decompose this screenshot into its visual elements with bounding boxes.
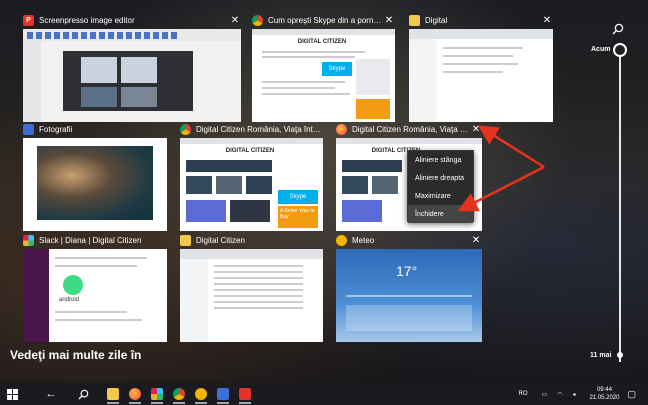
search-icon[interactable] (72, 383, 94, 405)
temperature-text: 17° (396, 263, 418, 279)
folder-icon (409, 14, 420, 26)
window-thumbnail (23, 138, 167, 231)
menu-item-close[interactable]: Închidere (408, 205, 473, 223)
window-chrome-skype[interactable]: Cum opreşti Skype din a porni automa... … (252, 12, 395, 124)
chrome-icon[interactable] (168, 383, 190, 405)
clock[interactable]: 09:44 21.05.2020 (589, 386, 619, 402)
timeline-line (619, 44, 621, 362)
menu-item-snap-right[interactable]: Aliniere dreapta (408, 169, 473, 187)
window-title: Digital Citizen (196, 235, 245, 245)
screenpresso-icon: P (23, 14, 34, 26)
see-more-days-link[interactable]: Vedeţi mai multe zile în (10, 348, 141, 362)
window-thumbnail: DIGITAL CITIZEN Skype A Better Way to Bu… (180, 138, 323, 231)
folder-icon (180, 234, 191, 246)
window-screenpresso[interactable]: P Screenpresso image editor ✕ (23, 12, 241, 124)
window-weather[interactable]: Meteo ✕ 17° (336, 232, 482, 343)
photo-image (37, 146, 153, 220)
window-title: Digital Citizen România, Viaţa într-o lu… (352, 124, 470, 134)
window-title: Screenpresso image editor (39, 15, 135, 25)
search-icon[interactable] (612, 22, 624, 35)
window-thumbnail (409, 29, 553, 122)
window-thumbnail (180, 249, 323, 342)
clock-time: 09:44 (596, 387, 612, 393)
timeline-date-label: 11 mai (590, 352, 612, 359)
back-arrow-icon[interactable]: ← (40, 383, 62, 405)
window-explorer-digital[interactable]: Digital ✕ (409, 12, 553, 124)
arrow-to-close (477, 125, 545, 169)
timeline-now-label: Acum (591, 46, 611, 53)
promo-banner: A Better Way to Buy (278, 206, 318, 228)
close-icon[interactable]: ✕ (383, 15, 395, 26)
window-thumbnail: 17° (336, 249, 482, 342)
window-photos[interactable]: Fotografii (23, 121, 167, 232)
window-slack[interactable]: Slack | Diana | Digital Citizen android (23, 232, 167, 343)
close-icon[interactable]: ✕ (470, 124, 482, 135)
window-title: Meteo (352, 235, 375, 245)
brand-text: DIGITAL CITIZEN (297, 39, 347, 45)
slack-icon[interactable] (146, 383, 168, 405)
chrome-icon (180, 123, 191, 135)
window-chrome-digitalcitizen[interactable]: Digital Citizen România, Viaţa într-o lu… (180, 121, 323, 232)
window-title: Fotografii (39, 124, 73, 134)
skype-badge: Skype (278, 190, 318, 204)
menu-item-snap-left[interactable]: Aliniere stânga (408, 151, 473, 169)
timeline-now-marker[interactable] (613, 43, 627, 57)
weather-icon (336, 234, 347, 246)
firefox-icon[interactable] (124, 383, 146, 405)
slack-icon (23, 234, 34, 246)
window-thumbnail (23, 29, 241, 122)
volume-icon[interactable]: ◂ (572, 391, 575, 398)
weather-icon[interactable] (190, 383, 212, 405)
window-thumbnail: android (23, 249, 167, 342)
android-text: android (59, 297, 80, 303)
windows-start-icon[interactable] (0, 383, 24, 405)
menu-item-maximize[interactable]: Maximizare (408, 187, 473, 205)
brand-text: DIGITAL CITIZEN (225, 148, 275, 154)
notifications-icon[interactable]: ▢ (627, 389, 636, 400)
photos-icon[interactable] (212, 383, 234, 405)
clock-date: 21.05.2020 (589, 395, 620, 401)
file-explorer-icon[interactable] (102, 383, 124, 405)
close-icon[interactable]: ✕ (541, 15, 553, 26)
screenpresso-icon[interactable] (234, 383, 256, 405)
language-indicator[interactable]: RO (519, 391, 528, 397)
close-icon[interactable]: ✕ (470, 235, 482, 246)
wifi-icon[interactable]: ◠ (557, 391, 562, 398)
timeline-date-marker[interactable] (617, 352, 623, 358)
window-title: Slack | Diana | Digital Citizen (39, 235, 142, 245)
photos-icon (23, 123, 34, 135)
system-tray: RO ▭ ◠ ◂ 09:44 21.05.2020 ▢ (519, 383, 648, 405)
window-title: Digital Citizen România, Viaţa într-o lu… (196, 124, 323, 134)
taskbar: ← RO ▭ ◠ ◂ 09:44 21.05.2020 ▢ (0, 383, 648, 405)
battery-icon[interactable]: ▭ (542, 391, 548, 398)
chrome-icon (252, 14, 263, 26)
skype-badge: Skype (322, 62, 352, 76)
window-explorer-digitalcitizen[interactable]: Digital Citizen (180, 232, 323, 343)
window-context-menu: Aliniere stânga Aliniere dreapta Maximiz… (407, 150, 474, 223)
close-icon[interactable]: ✕ (229, 15, 241, 26)
window-title: Cum opreşti Skype din a porni automa... (268, 15, 383, 25)
firefox-icon (336, 123, 347, 135)
window-thumbnail: DIGITAL CITIZEN Skype (252, 29, 395, 122)
window-title: Digital (425, 15, 448, 25)
